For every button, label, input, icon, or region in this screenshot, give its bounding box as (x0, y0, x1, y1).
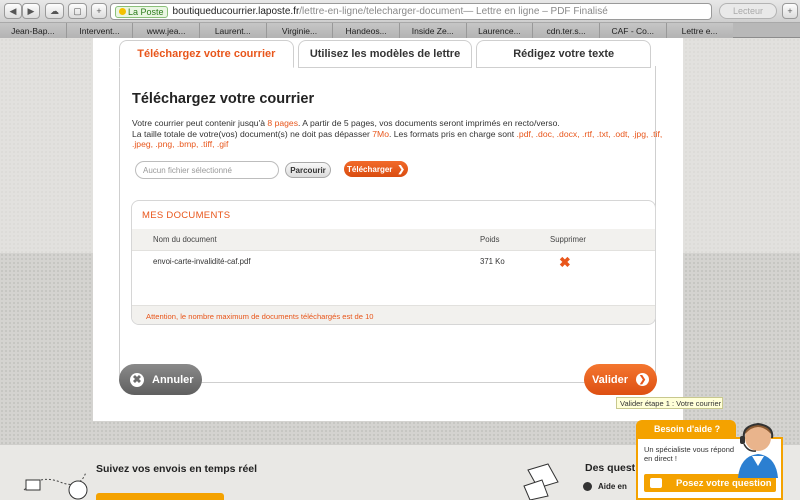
chevron-right-icon: ❯ (397, 163, 405, 174)
page-title: Téléchargez votre courrier (132, 91, 315, 107)
reader-button[interactable]: Lecteur (719, 3, 777, 19)
plus-icon: + (787, 6, 793, 16)
help-text: Un spécialiste vous répond en direct ! (644, 445, 735, 463)
validate-tooltip: Valider étape 1 : Votre courrier (616, 397, 723, 409)
address-bar[interactable]: La Poste boutiqueducourrier.laposte.fr /… (110, 3, 712, 20)
icloud-tabs-button[interactable]: ☁ (45, 3, 64, 19)
documents-table-header: Nom du document Poids Supprimer (132, 229, 655, 251)
browser-tab[interactable]: cdn.ter.s... (533, 23, 600, 38)
help-online-link[interactable]: Aide en (583, 482, 627, 491)
browser-tab[interactable]: Jean-Bap... (0, 23, 67, 38)
browser-tab[interactable]: Virginie... (266, 23, 334, 38)
back-button[interactable]: ◀ (4, 3, 22, 19)
documents-panel: MES DOCUMENTS Nom du document Poids Supp… (131, 200, 656, 325)
column-header-size: Poids (480, 235, 500, 244)
cancel-button[interactable]: ✖ Annuler (119, 364, 202, 395)
cloud-icon: ☁ (50, 5, 59, 16)
plus-icon: + (96, 6, 102, 16)
browser-tab[interactable]: Lettre e... (666, 23, 733, 38)
url-host: boutiqueducourrier.laposte.fr (172, 6, 300, 17)
questions-title: Des quest (585, 462, 636, 474)
documents-title: MES DOCUMENTS (142, 210, 231, 221)
column-header-delete: Supprimer (550, 235, 586, 244)
validate-button[interactable]: Valider ❯ (584, 364, 657, 395)
help-widget: Besoin d'aide ? Un spécialiste vous répo… (636, 420, 783, 500)
tab-write[interactable]: Rédigez votre texte (476, 40, 652, 68)
close-icon: ✖ (130, 372, 144, 387)
new-tab-button[interactable]: + (91, 3, 107, 19)
browse-button[interactable]: Parcourir (285, 162, 331, 178)
upload-button[interactable]: Télécharger ❯ (344, 161, 408, 177)
max-documents-warning: Attention, le nombre maximum de document… (132, 305, 655, 324)
tab-templates[interactable]: Utilisez les modèles de lettre (297, 40, 473, 68)
browser-tab[interactable]: Laurence... (466, 23, 534, 38)
browser-tab[interactable]: CAF - Co... (599, 23, 667, 38)
tab-upload[interactable]: Téléchargez votre courrier (119, 40, 294, 68)
table-row: envoi-carte-invalidité-caf.pdf 371 Ko ✖ (132, 251, 655, 277)
browser-tab[interactable]: www.jea... (133, 23, 200, 38)
tracking-input-bar[interactable] (96, 493, 224, 500)
question-icon (583, 482, 592, 491)
sidebar-button[interactable]: + (782, 3, 798, 19)
step-tabs: Téléchargez votre courrier Utilisez les … (119, 40, 652, 68)
help-widget-tab[interactable]: Besoin d'aide ? (636, 420, 736, 437)
browser-toolbar: ◀ ▶ ☁ ▢ + La Poste boutiqueducourrier.la… (0, 0, 800, 23)
browser-tab[interactable]: Intervent... (66, 23, 134, 38)
browser-tab[interactable]: Inside Ze... (399, 23, 467, 38)
page-title-in-url: — Lettre en ligne – PDF Finalisé (463, 6, 608, 17)
laposte-logo-icon (119, 8, 126, 15)
share-icon: ▢ (73, 5, 82, 16)
upload-instructions: Votre courrier peut contenir jusqu'à 8 p… (132, 118, 663, 149)
file-input[interactable]: Aucun fichier sélectionné (135, 161, 279, 179)
tracking-title: Suivez vos envois en temps réel (96, 463, 258, 475)
document-name: envoi-carte-invalidité-caf.pdf (153, 257, 251, 266)
tab-bar: Jean-Bap... Intervent... www.jea... Laur… (0, 23, 800, 38)
browser-tab[interactable]: Laurent... (199, 23, 267, 38)
chat-icon (650, 478, 662, 488)
browser-tab[interactable]: Handeos... (333, 23, 400, 38)
column-header-name: Nom du document (153, 235, 217, 244)
tracking-illustration-icon (23, 471, 88, 500)
mail-illustration-icon (523, 463, 559, 500)
site-identity-badge[interactable]: La Poste (115, 5, 168, 18)
support-agent-avatar (738, 422, 778, 478)
url-path: /lettre-en-ligne/telecharger-document (299, 6, 464, 17)
document-size: 371 Ko (480, 257, 505, 266)
delete-icon[interactable]: ✖ (559, 254, 571, 271)
share-button[interactable]: ▢ (68, 3, 87, 19)
chevron-right-icon: ❯ (636, 373, 650, 386)
forward-button[interactable]: ▶ (22, 3, 40, 19)
